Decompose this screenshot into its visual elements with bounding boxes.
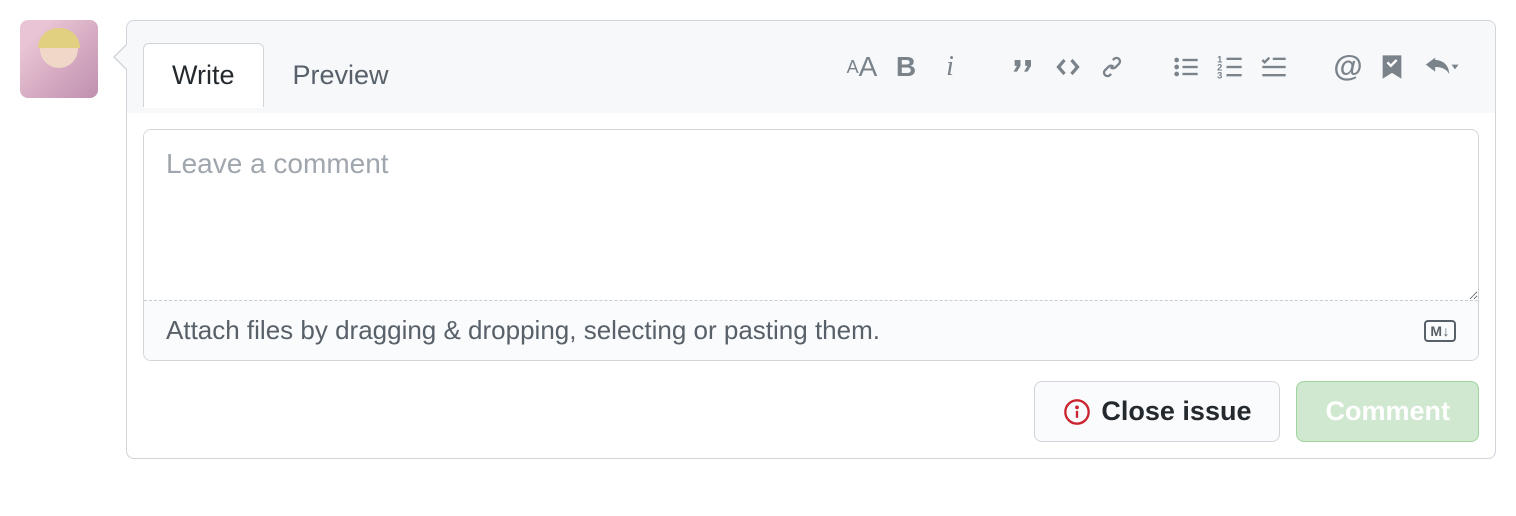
comment-button-label: Comment [1325,396,1450,427]
comment-textarea[interactable] [144,130,1478,300]
reply-icon[interactable] [1421,52,1461,82]
attach-hint-text: Attach files by dragging & dropping, sel… [166,315,880,346]
comment-body: Attach files by dragging & dropping, sel… [127,113,1495,458]
comment-header: Write Preview AA B i [127,21,1495,113]
actions: Close issue Comment [143,381,1479,442]
task-list-icon[interactable] [1259,52,1289,82]
bold-icon[interactable]: B [891,52,921,82]
heading-icon[interactable]: AA [847,52,877,82]
tabs: Write Preview [143,43,418,107]
code-icon[interactable] [1053,52,1083,82]
avatar[interactable] [20,20,98,98]
toolbar: AA B i [829,52,1479,82]
markdown-icon[interactable]: M↓ [1424,320,1456,342]
close-issue-button[interactable]: Close issue [1034,381,1280,442]
mention-icon[interactable]: @ [1333,52,1363,82]
tab-write[interactable]: Write [143,43,264,107]
ordered-list-icon[interactable]: 123 [1215,52,1245,82]
saved-reply-icon[interactable] [1377,52,1407,82]
attach-bar[interactable]: Attach files by dragging & dropping, sel… [144,300,1478,360]
unordered-list-icon[interactable] [1171,52,1201,82]
tab-preview[interactable]: Preview [264,43,418,107]
link-icon[interactable] [1097,52,1127,82]
close-issue-icon [1063,398,1091,426]
comment-button[interactable]: Comment [1296,381,1479,442]
quote-icon[interactable] [1009,52,1039,82]
svg-text:3: 3 [1217,71,1222,81]
textarea-wrap: Attach files by dragging & dropping, sel… [143,129,1479,361]
italic-icon[interactable]: i [935,52,965,82]
close-issue-label: Close issue [1101,396,1251,427]
comment-box: Write Preview AA B i [126,20,1496,459]
